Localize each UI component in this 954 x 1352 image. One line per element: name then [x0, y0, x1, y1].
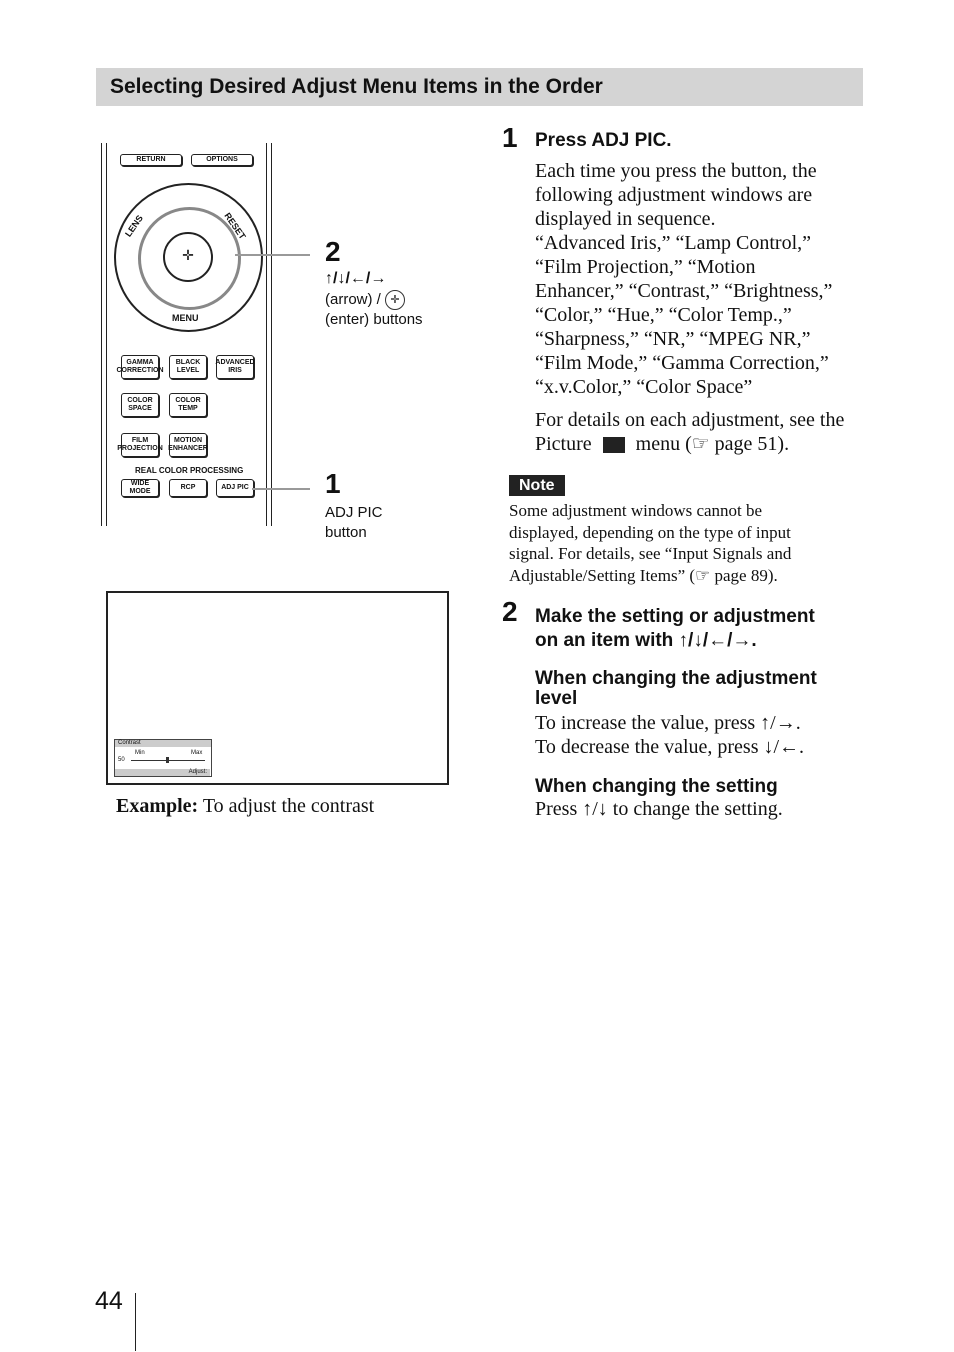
advanced-iris-button: ADVANCED IRIS [215, 355, 255, 379]
film-projection-button: FILM PROJECTION [117, 433, 163, 457]
step-1-body: Each time you press the button, the follo… [535, 160, 845, 455]
manual-page: Selecting Desired Adjust Menu Items in t… [0, 0, 954, 1352]
example-caption: Example: To adjust the contrast [116, 795, 375, 817]
step-2-number: 2 [502, 596, 518, 627]
remote-illustration: RETURN OPTIONS ✛ LENS RESET MENU GAMMA C… [100, 143, 275, 528]
color-temp-button: COLOR TEMP [169, 393, 207, 417]
contrast-slider [131, 757, 205, 763]
page-divider [135, 1293, 136, 1351]
motion-enhancer-button: MOTION ENHANCER [168, 433, 208, 457]
max-label: Max [191, 750, 203, 756]
value-label: 50 [118, 757, 125, 763]
black-level-button: BLACK LEVEL [169, 355, 207, 379]
enter-icon: ✛ [385, 290, 406, 311]
rcp-button: RCP [169, 479, 207, 497]
screen-example: Contrast Min Max 50 Adjust: [106, 591, 449, 785]
callout-line-1 [252, 488, 310, 490]
min-label: Min [135, 750, 145, 756]
note-badge: Note [509, 475, 565, 496]
subheading-adjust-level: When changing the adjustment level [535, 668, 817, 709]
color-space-button: COLOR SPACE [121, 393, 159, 417]
enter-button: ✛ [163, 232, 213, 282]
section-title: Selecting Desired Adjust Menu Items in t… [110, 75, 603, 98]
note-text: Some adjustment windows cannot be display… [509, 501, 792, 586]
gamma-correction-button: GAMMA CORRECTION [116, 355, 164, 379]
step-1-title: Press ADJ PIC. [535, 130, 672, 151]
window-title: Contrast [115, 740, 211, 747]
callout-line-2 [235, 254, 310, 256]
callout-number-1: 1 [325, 468, 341, 499]
menu-label: MENU [172, 313, 199, 323]
adj-pic-button: ADJ PIC [216, 479, 254, 497]
contrast-window: Contrast Min Max 50 Adjust: [114, 739, 212, 777]
callout-2-text: (arrow) / ✛ (enter) buttons [325, 290, 423, 329]
step-1-number: 1 [502, 122, 518, 153]
callout-number-2: 2 [325, 236, 341, 267]
group-label: REAL COLOR PROCESSING [135, 466, 244, 475]
return-button: RETURN [120, 154, 182, 166]
wide-mode-button: WIDE MODE [121, 479, 159, 497]
adjust-footer: Adjust: [115, 769, 210, 776]
setting-text: Press ↑/↓ to change the setting. [535, 798, 783, 820]
adjust-level-text: To increase the value, press ↑/→. To decr… [535, 712, 805, 758]
callout-1-text: ADJ PIC button [325, 504, 383, 541]
picture-menu-icon [602, 437, 625, 454]
options-button: OPTIONS [191, 154, 253, 166]
arrow-icons: ↑/↓/←/→ [325, 270, 387, 287]
section-header: Selecting Desired Adjust Menu Items in t… [96, 68, 863, 106]
subheading-setting: When changing the setting [535, 776, 778, 797]
page-number: 44 [95, 1287, 123, 1315]
step-2-title: Make the setting or adjustment on an item… [535, 606, 815, 651]
